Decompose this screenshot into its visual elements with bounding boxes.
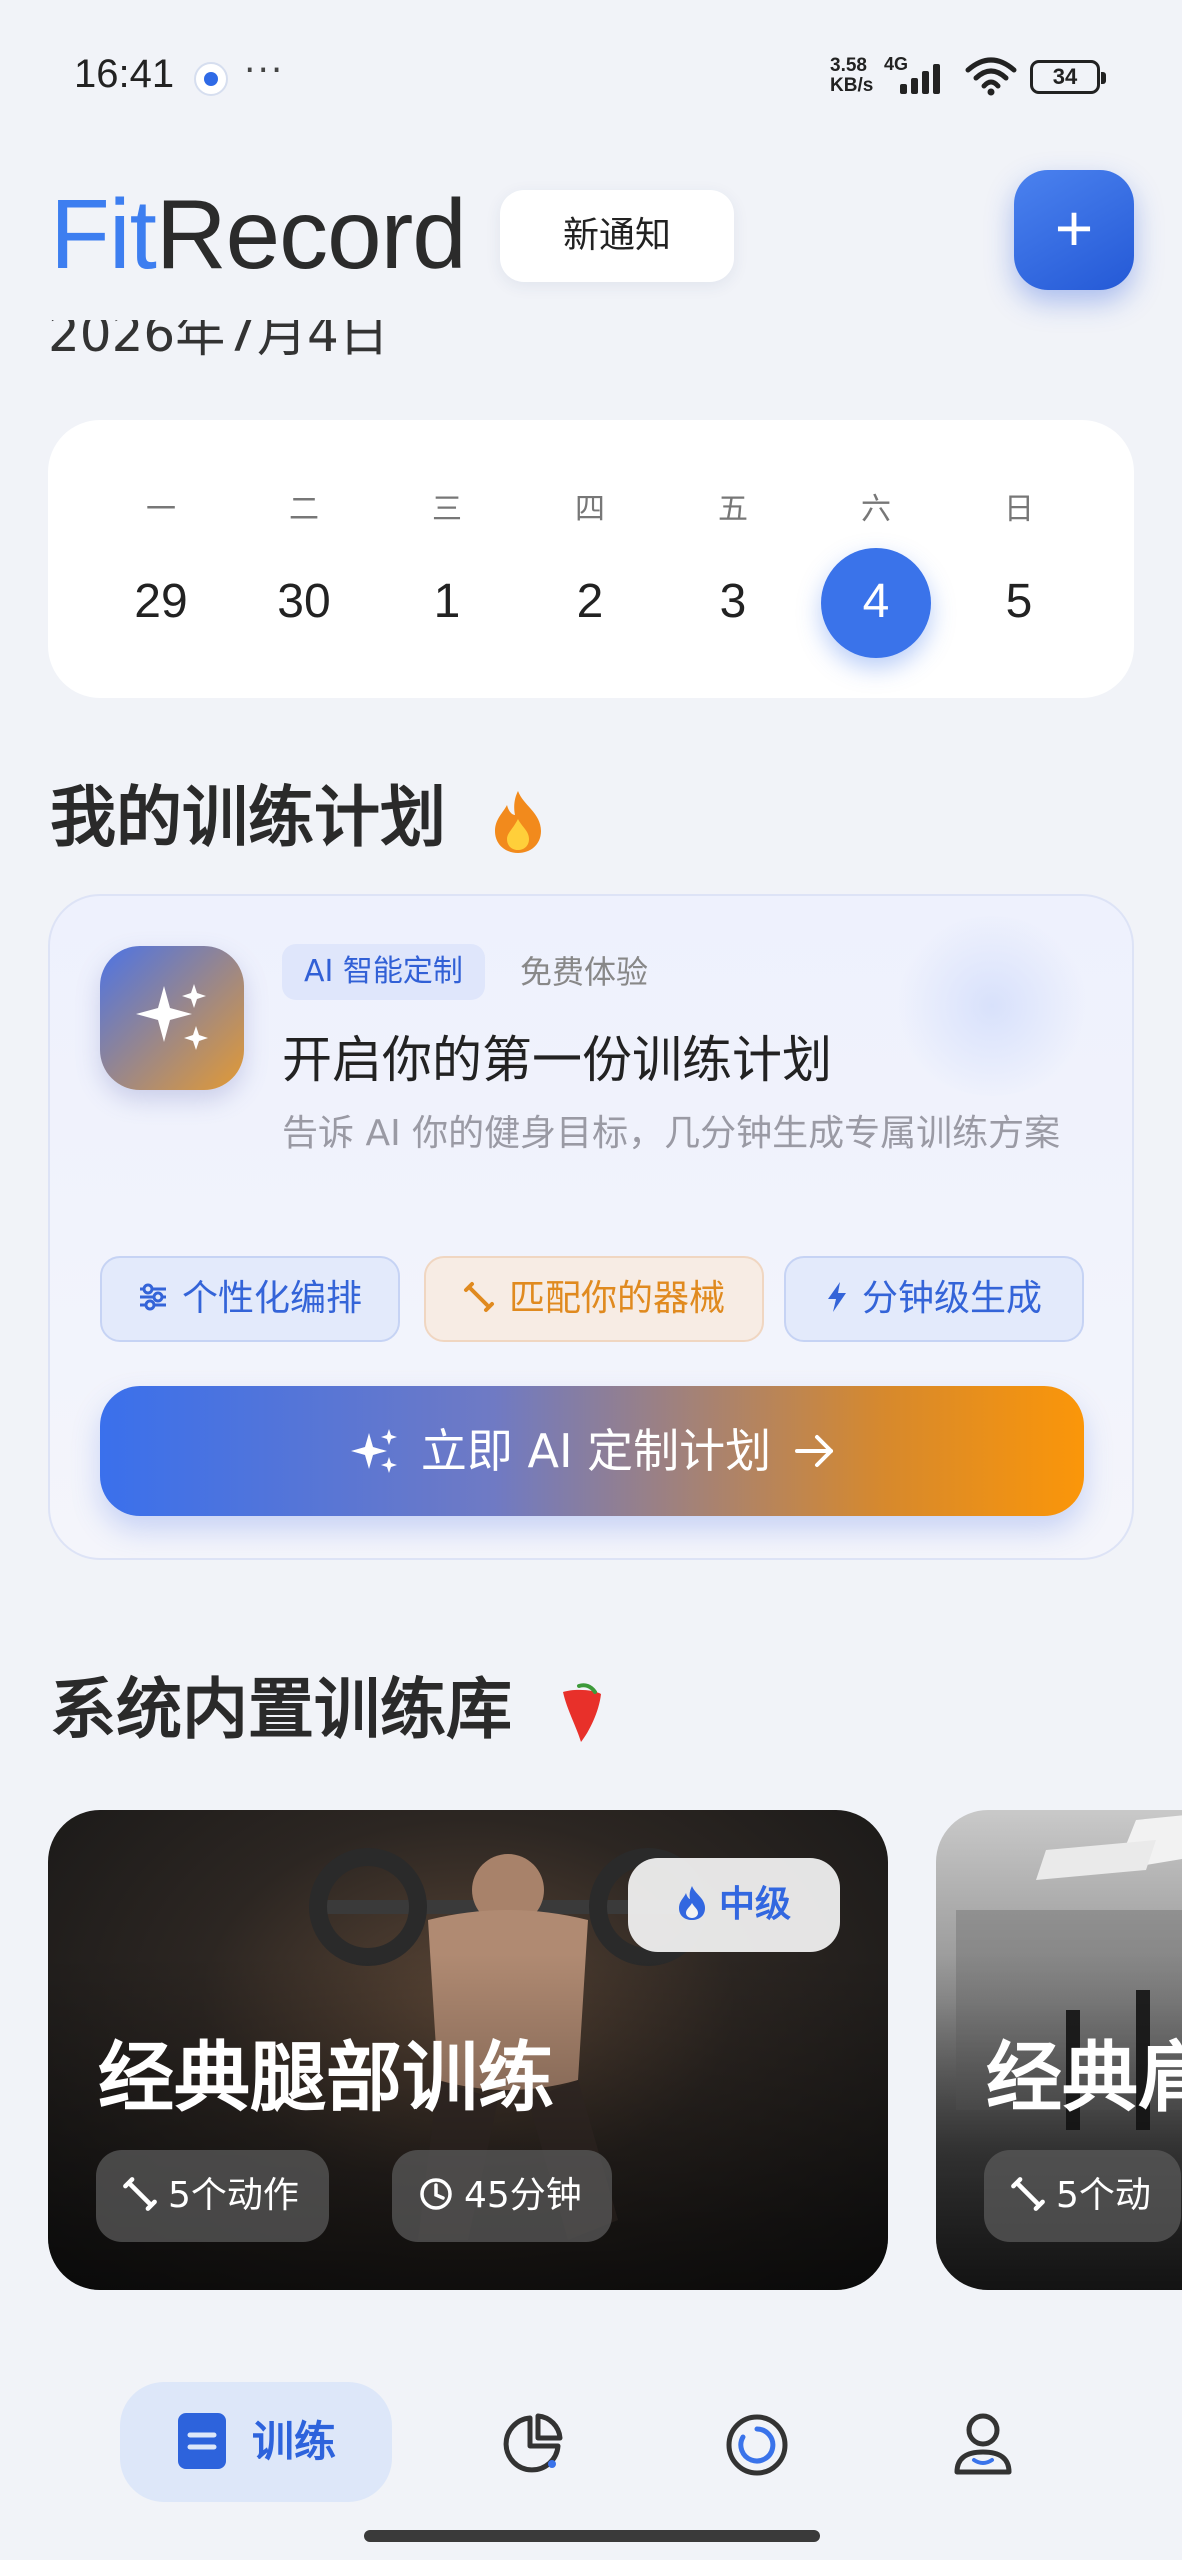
chip-label: 分钟级生成 [861,1278,1042,1319]
date-number: 2 [576,575,604,628]
chip-label: 匹配你的器械 [508,1278,725,1319]
app-logo: FitRecord [50,178,467,291]
day-item[interactable]: 日5 [964,420,1074,658]
app-notification-icon [194,62,228,96]
sparkle-icon [350,1428,397,1473]
week-calendar: 一 29 二 30 三1 四2 五3 六4 日5 [48,420,1134,698]
battery-indicator: 34 [1030,60,1106,94]
wifi-icon [965,57,1017,96]
weekday-label: 日 [1004,492,1034,527]
plan-section-title: 我的训练计划 [50,764,547,860]
logo-part-fit: Fit [50,179,157,289]
signal-icon [900,64,940,94]
cta-label: 立即 AI 定制计划 [420,1424,772,1478]
library-section-title-text: 系统内置训练库 [50,1671,512,1748]
weekday-label: 四 [575,492,605,527]
add-button[interactable]: + [1014,170,1134,290]
workout-card-legs[interactable]: 中级 经典腿部训练 5个动作 45分钟 [48,1810,888,2290]
more-notifications-icon: ··· [244,50,285,91]
dumbbell-icon [123,2177,157,2211]
workout-title: 经典肩 [986,2033,1182,2122]
ai-card-title: 开启你的第一份训练计划 [282,1031,832,1089]
status-time: 16:41 [74,52,175,96]
date-number: 4 [821,548,931,658]
day-item-selected[interactable]: 六4 [821,420,931,658]
nav-profile-icon[interactable] [952,2410,1014,2476]
weekday-label: 五 [718,492,748,527]
date-number: 5 [1005,575,1033,628]
moves-pill: 5个动 [984,2150,1181,2242]
weekday-label: 一 [146,492,176,527]
clock-icon [420,2178,452,2210]
moves-pill: 5个动作 [96,2150,329,2242]
dumbbell-icon [463,1282,494,1312]
current-date-text: 2026年7月4日 [48,320,389,363]
flame-icon [678,1886,705,1920]
date-number: 29 [134,575,188,628]
free-trial-label: 免费体验 [520,953,649,991]
ai-plan-card: AI 智能定制 免费体验 开启你的第一份训练计划 告诉 AI 你的健身目标，几分… [48,894,1134,1560]
nav-label: 训练 [251,2417,336,2466]
ai-sparkle-badge [100,946,244,1090]
plan-section-title-text: 我的训练计划 [50,779,446,856]
ai-card-description: 告诉 AI 你的健身目标，几分钟生成专属训练方案 [282,1113,1061,1154]
moves-label: 5个动作 [168,2175,299,2216]
weekday-label: 三 [432,492,462,527]
lightning-icon [827,1282,846,1312]
dumbbell-icon [1011,2177,1045,2211]
day-item[interactable]: 五3 [678,420,788,658]
nav-discover-icon[interactable] [724,2412,790,2478]
level-label: 中级 [718,1884,791,1925]
chip-label: 个性化编排 [181,1278,362,1319]
net-speed: 3.58 KB/s [830,56,873,96]
feature-chip-personalized: 个性化编排 [100,1256,400,1342]
feature-chip-fast: 分钟级生成 [784,1256,1084,1342]
moves-label: 5个动 [1056,2175,1151,2216]
duration-label: 45分钟 [464,2175,582,2216]
home-indicator[interactable] [364,2530,820,2542]
ai-custom-tag: AI 智能定制 [282,944,485,1000]
date-number: 3 [719,575,747,628]
chili-icon [562,1683,601,1742]
nav-stats-icon[interactable] [500,2412,564,2476]
logo-part-record: Record [155,179,467,289]
workout-card-shoulders[interactable]: 经典肩 5个动 [936,1810,1182,2290]
current-date: 2026年7月4日 [48,320,389,376]
weekday-label: 六 [861,492,891,527]
day-item[interactable]: 三1 [392,420,502,658]
document-icon [177,2412,226,2469]
weekday-label: 二 [289,492,319,527]
sliders-icon [139,1283,166,1311]
level-badge: 中级 [628,1858,840,1952]
feature-chip-equipment: 匹配你的器械 [424,1256,764,1342]
nav-tab-training[interactable]: 训练 [120,2382,392,2502]
sparkle-icon [136,984,208,1050]
day-item[interactable]: 一 29 [106,420,216,658]
arrow-right-icon [795,1434,834,1467]
duration-pill: 45分钟 [392,2150,612,2242]
date-number: 30 [277,575,331,628]
day-item[interactable]: 二 30 [249,420,359,658]
card-glow [892,916,1092,1096]
fire-icon [494,790,541,853]
day-item[interactable]: 四2 [535,420,645,658]
net-speed-unit: KB/s [830,75,874,96]
ai-create-plan-button[interactable]: 立即 AI 定制计划 [100,1386,1084,1516]
library-section-title: 系统内置训练库 [50,1656,607,1752]
new-notice-button[interactable]: 新通知 [500,190,734,282]
workout-title: 经典腿部训练 [98,2033,554,2122]
date-number: 1 [433,575,461,628]
net-speed-value: 3.58 [830,55,867,76]
